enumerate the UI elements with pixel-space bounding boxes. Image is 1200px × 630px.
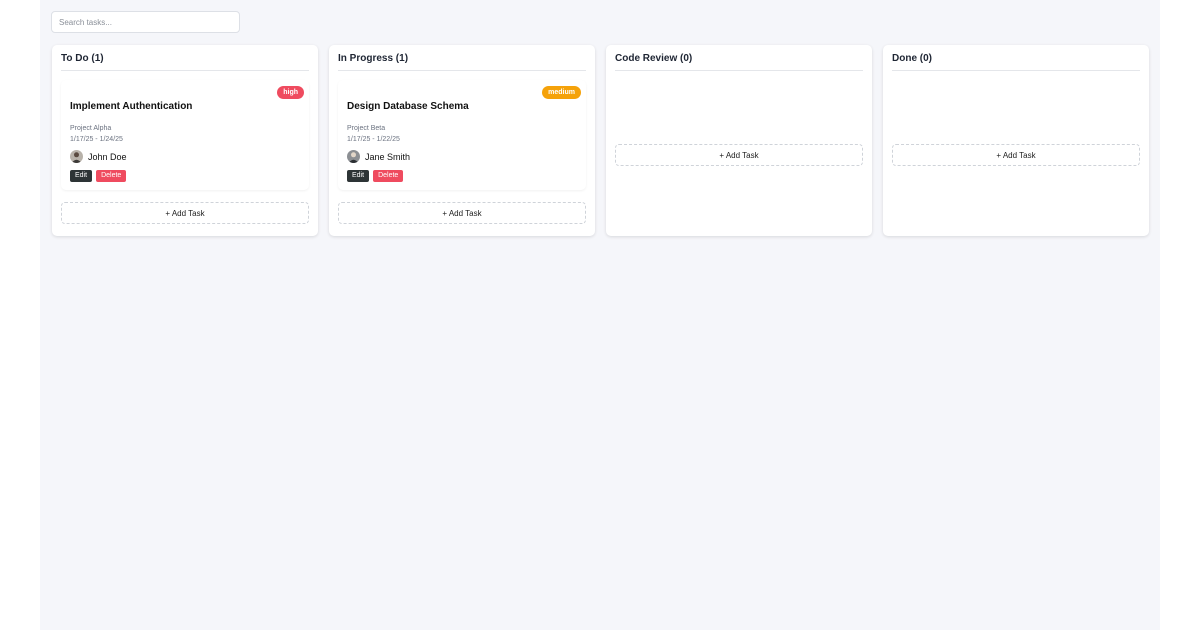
task-project: Project Beta bbox=[347, 125, 386, 132]
add-task-button[interactable]: + Add Task bbox=[615, 144, 863, 166]
edit-button[interactable]: Edit bbox=[70, 170, 93, 182]
assignee: Jane Smith bbox=[347, 150, 410, 163]
assignee-name: John Doe bbox=[88, 151, 127, 162]
column-header: To Do (1) bbox=[61, 45, 309, 71]
task-title: Implement Authentication bbox=[70, 101, 193, 112]
task-title: Design Database Schema bbox=[347, 101, 469, 112]
task-project: Project Alpha bbox=[70, 125, 112, 132]
add-task-button[interactable]: + Add Task bbox=[892, 144, 1140, 166]
edit-button[interactable]: Edit bbox=[347, 170, 370, 182]
task-card[interactable]: medium Design Database Schema Project Be… bbox=[338, 80, 586, 190]
assignee-name: Jane Smith bbox=[365, 151, 411, 162]
column-header: Done (0) bbox=[892, 45, 1140, 71]
column-code-review: Code Review (0) + Add Task bbox=[606, 45, 872, 236]
delete-button[interactable]: Delete bbox=[96, 170, 127, 182]
kanban-app: To Do (1) high Implement Authentication … bbox=[40, 0, 1160, 630]
delete-button[interactable]: Delete bbox=[373, 170, 404, 182]
person-avatar-icon bbox=[347, 150, 360, 163]
task-card[interactable]: high Implement Authentication Project Al… bbox=[61, 80, 309, 190]
search-input[interactable] bbox=[51, 11, 240, 33]
column-header: Code Review (0) bbox=[615, 45, 863, 71]
card-actions: Edit Delete bbox=[70, 170, 127, 182]
person-avatar-icon bbox=[70, 150, 83, 163]
column-header: In Progress (1) bbox=[338, 45, 586, 71]
add-task-button[interactable]: + Add Task bbox=[338, 202, 586, 224]
assignee: John Doe bbox=[70, 150, 127, 163]
kanban-board: To Do (1) high Implement Authentication … bbox=[52, 45, 1149, 236]
card-actions: Edit Delete bbox=[347, 170, 404, 182]
task-dates: 1/17/25 - 1/24/25 bbox=[70, 136, 123, 143]
column-done: Done (0) + Add Task bbox=[883, 45, 1149, 236]
add-task-button[interactable]: + Add Task bbox=[61, 202, 309, 224]
column-to-do: To Do (1) high Implement Authentication … bbox=[52, 45, 318, 236]
task-dates: 1/17/25 - 1/22/25 bbox=[347, 136, 400, 143]
column-in-progress: In Progress (1) medium Design Database S… bbox=[329, 45, 595, 236]
priority-badge: medium bbox=[542, 86, 581, 99]
priority-badge: high bbox=[277, 86, 304, 99]
